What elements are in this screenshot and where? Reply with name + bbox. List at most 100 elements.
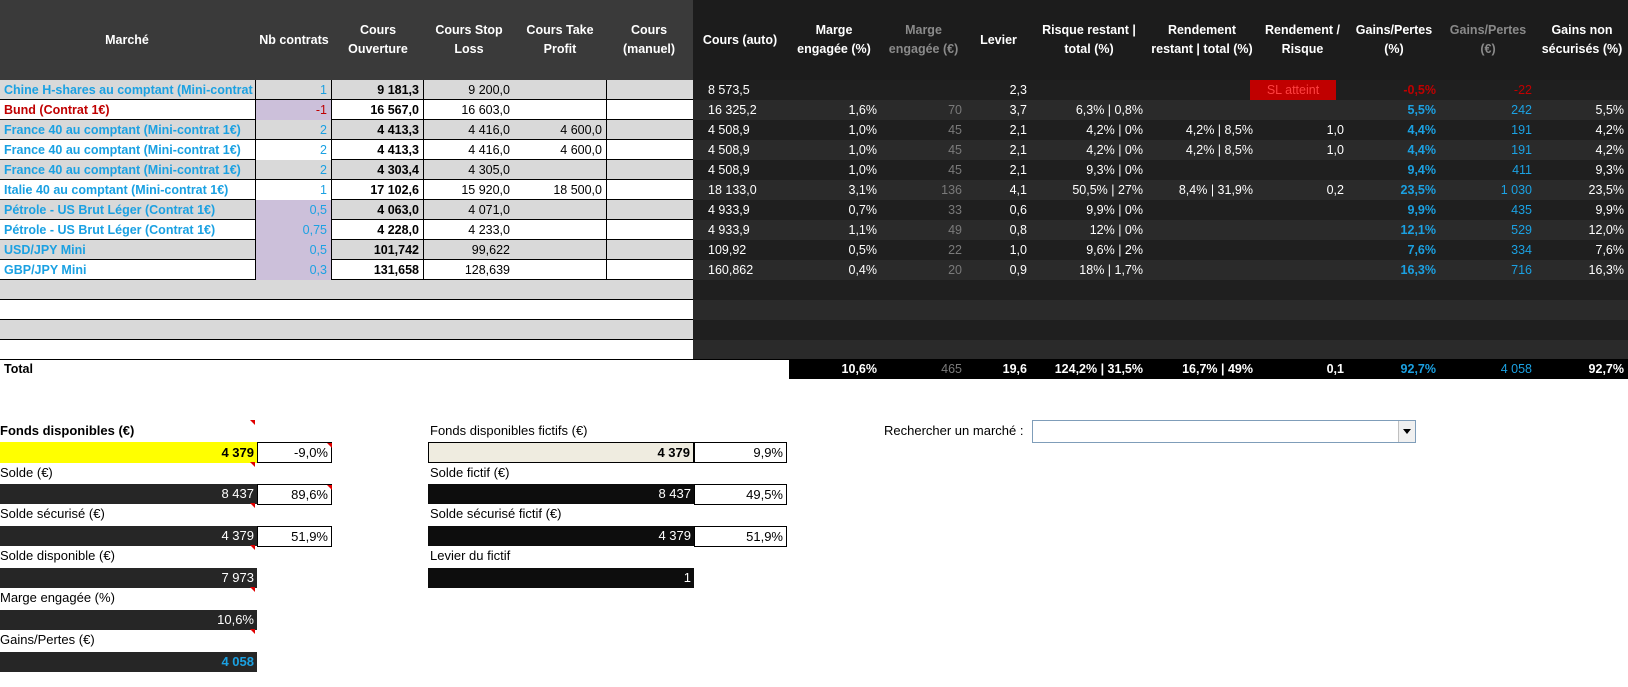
cell-rendement[interactable] xyxy=(1147,200,1257,220)
total-rendement-risque[interactable]: 0,1 xyxy=(1257,359,1348,379)
cell-levier[interactable]: 2,1 xyxy=(966,140,1031,160)
cell-nb[interactable]: 2 xyxy=(256,140,332,160)
cell-levier[interactable]: 0,6 xyxy=(966,200,1031,220)
solde-value[interactable]: 8 437 xyxy=(0,484,257,504)
cell-sl[interactable]: 16 603,0 xyxy=(424,100,514,120)
header-levier[interactable]: Levier xyxy=(966,0,1031,80)
cell-auto[interactable]: 4 508,9 xyxy=(693,160,787,180)
solde-securise-fictif-pct[interactable]: 51,9% xyxy=(694,526,787,547)
cell-gp-eur[interactable]: 411 xyxy=(1440,160,1536,180)
cell-tp[interactable]: 4 600,0 xyxy=(514,140,606,160)
total-rendement[interactable]: 16,7% | 49% xyxy=(1147,359,1257,379)
cell-sl[interactable]: 4 416,0 xyxy=(424,140,514,160)
total-gains-non-securises[interactable]: 92,7% xyxy=(1536,359,1628,379)
cell-gp-eur[interactable]: 716 xyxy=(1440,260,1536,280)
header-cours-ouverture[interactable]: Cours Ouverture xyxy=(332,0,424,80)
cell-tp[interactable] xyxy=(514,260,606,280)
cell-marge-pct[interactable]: 1,0% xyxy=(787,140,881,160)
cell-rendement[interactable] xyxy=(1147,160,1257,180)
cell-risque[interactable] xyxy=(1031,80,1147,100)
cell-nb[interactable]: 0,3 xyxy=(256,260,332,280)
cell-gp-pct[interactable]: 12,1% xyxy=(1348,220,1440,240)
cell-rr[interactable] xyxy=(1257,220,1348,240)
solde-securise-value[interactable]: 4 379 xyxy=(0,526,257,546)
cell-sl[interactable]: 128,639 xyxy=(424,260,514,280)
header-gains-eur[interactable]: Gains/Pertes (€) xyxy=(1440,0,1536,80)
cell-non-sec[interactable]: 9,3% xyxy=(1536,160,1628,180)
cell-gp-pct[interactable]: -0,5% xyxy=(1348,80,1440,100)
cell-rr[interactable] xyxy=(1257,260,1348,280)
cell-manuel[interactable] xyxy=(606,80,693,100)
cell-levier[interactable]: 0,9 xyxy=(966,260,1031,280)
cell-rr[interactable] xyxy=(1257,160,1348,180)
cell-ouv[interactable]: 16 567,0 xyxy=(332,100,424,120)
cell-risque[interactable]: 9,9% | 0% xyxy=(1031,200,1147,220)
cell-ouv[interactable]: 101,742 xyxy=(332,240,424,260)
cell-non-sec[interactable]: 4,2% xyxy=(1536,140,1628,160)
cell-ouv[interactable]: 4 228,0 xyxy=(332,220,424,240)
header-nb-contrats[interactable]: Nb contrats xyxy=(256,0,332,80)
cell-risque[interactable]: 4,2% | 0% xyxy=(1031,120,1147,140)
cell-auto[interactable]: 4 933,9 xyxy=(693,200,787,220)
levier-fictif-value[interactable]: 1 xyxy=(428,568,694,588)
cell-levier[interactable]: 4,1 xyxy=(966,180,1031,200)
cell-rr[interactable]: 0,2 xyxy=(1257,180,1348,200)
solde-fictif-value[interactable]: 8 437 xyxy=(428,484,694,504)
cell-gp-pct[interactable]: 5,5% xyxy=(1348,100,1440,120)
cell-tp[interactable] xyxy=(514,80,606,100)
cell-gp-eur[interactable]: 191 xyxy=(1440,140,1536,160)
cell-tp[interactable] xyxy=(514,220,606,240)
cell-marge-eur[interactable] xyxy=(881,80,966,100)
cell-marge-pct[interactable]: 1,1% xyxy=(787,220,881,240)
cell-rendement[interactable] xyxy=(1147,260,1257,280)
cell-auto[interactable]: 4 933,9 xyxy=(693,220,787,240)
solde-disponible-value[interactable]: 7 973 xyxy=(0,568,257,588)
cell-nb[interactable]: 0,5 xyxy=(256,240,332,260)
cell-risque[interactable]: 18% | 1,7% xyxy=(1031,260,1147,280)
cell-tp[interactable] xyxy=(514,240,606,260)
header-gains-pct[interactable]: Gains/Pertes (%) xyxy=(1348,0,1440,80)
cell-ouv[interactable]: 4 413,3 xyxy=(332,140,424,160)
cell-gp-eur[interactable]: 529 xyxy=(1440,220,1536,240)
cell-tp[interactable] xyxy=(514,200,606,220)
cell-non-sec[interactable] xyxy=(1536,80,1628,100)
cell-non-sec[interactable]: 9,9% xyxy=(1536,200,1628,220)
fonds-disponibles-value[interactable]: 4 379 xyxy=(0,442,257,463)
cell-nb[interactable]: 2 xyxy=(256,160,332,180)
cell-non-sec[interactable]: 12,0% xyxy=(1536,220,1628,240)
cell-levier[interactable]: 0,8 xyxy=(966,220,1031,240)
cell-marge-pct[interactable]: 0,5% xyxy=(787,240,881,260)
cell-marge-pct[interactable]: 0,7% xyxy=(787,200,881,220)
cell-non-sec[interactable]: 5,5% xyxy=(1536,100,1628,120)
total-marge-pct[interactable]: 10,6% xyxy=(787,359,881,379)
cell-gp-eur[interactable]: 1 030 xyxy=(1440,180,1536,200)
cell-marge-eur[interactable]: 45 xyxy=(881,140,966,160)
cell-manuel[interactable] xyxy=(606,240,693,260)
cell-levier[interactable]: 3,7 xyxy=(966,100,1031,120)
cell-rendement[interactable]: 4,2% | 8,5% xyxy=(1147,140,1257,160)
cell-non-sec[interactable]: 16,3% xyxy=(1536,260,1628,280)
cell-rr[interactable] xyxy=(1257,100,1348,120)
cell-ouv[interactable]: 4 063,0 xyxy=(332,200,424,220)
cell-auto[interactable]: 4 508,9 xyxy=(693,120,787,140)
cell-manuel[interactable] xyxy=(606,260,693,280)
cell-nb[interactable]: 0,5 xyxy=(256,200,332,220)
header-rendement[interactable]: Rendement restant | total (%) xyxy=(1147,0,1257,80)
cell-non-sec[interactable]: 23,5% xyxy=(1536,180,1628,200)
cell-nb[interactable]: 0,75 xyxy=(256,220,332,240)
cell-manuel[interactable] xyxy=(606,120,693,140)
cell-gp-pct[interactable]: 4,4% xyxy=(1348,120,1440,140)
cell-ouv[interactable]: 9 181,3 xyxy=(332,80,424,100)
cell-auto[interactable]: 18 133,0 xyxy=(693,180,787,200)
fonds-fictifs-value[interactable]: 4 379 xyxy=(428,442,694,463)
cell-auto[interactable]: 109,92 xyxy=(693,240,787,260)
fonds-disponibles-pct[interactable]: -9,0% xyxy=(257,442,332,463)
cell-risque[interactable]: 4,2% | 0% xyxy=(1031,140,1147,160)
total-gains-eur[interactable]: 4 058 xyxy=(1440,359,1536,379)
cell-gp-pct[interactable]: 16,3% xyxy=(1348,260,1440,280)
cell-marge-eur[interactable]: 20 xyxy=(881,260,966,280)
cell-rendement[interactable]: 4,2% | 8,5% xyxy=(1147,120,1257,140)
cell-marche[interactable]: Bund (Contrat 1€) xyxy=(0,100,256,120)
cell-marge-pct[interactable]: 1,6% xyxy=(787,100,881,120)
cell-sl[interactable]: 4 305,0 xyxy=(424,160,514,180)
